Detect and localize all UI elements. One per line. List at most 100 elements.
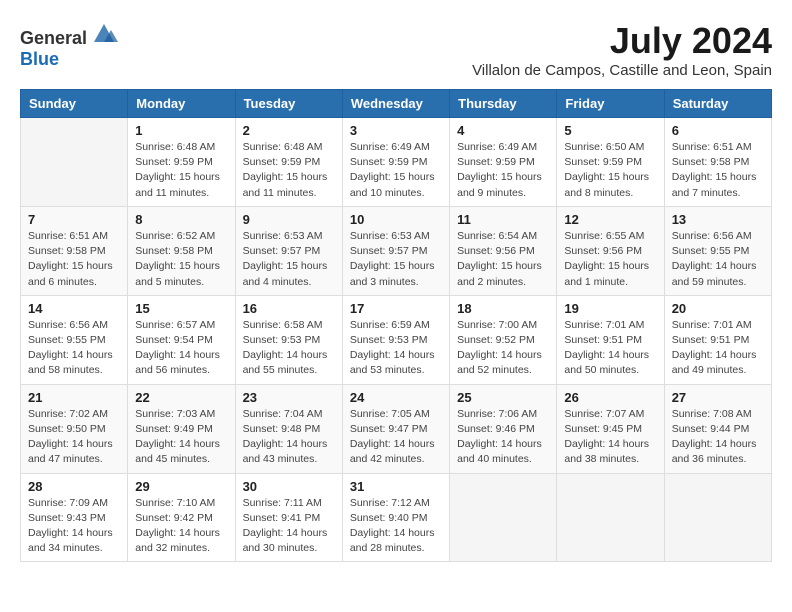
day-number: 23 — [243, 390, 335, 405]
location-title: Villalon de Campos, Castille and Leon, S… — [472, 62, 772, 79]
day-number: 18 — [457, 301, 549, 316]
day-cell: 5 Sunrise: 6:50 AMSunset: 9:59 PMDaylight… — [557, 118, 664, 207]
day-info: Sunrise: 7:11 AMSunset: 9:41 PMDaylight:… — [243, 496, 335, 557]
day-cell: 16Sunrise: 6:58 AMSunset: 9:53 PMDayligh… — [235, 295, 342, 384]
day-info: Sunrise: 6:59 AMSunset: 9:53 PMDaylight:… — [350, 318, 442, 379]
day-number: 3 — [350, 123, 442, 138]
day-info: Sunrise: 6:48 AMSunset: 9:59 PMDaylight:… — [243, 140, 335, 201]
weekday-header-tuesday: Tuesday — [235, 90, 342, 118]
day-cell — [450, 473, 557, 562]
day-number: 11 — [457, 212, 549, 227]
weekday-header-sunday: Sunday — [21, 90, 128, 118]
day-number: 16 — [243, 301, 335, 316]
day-info: Sunrise: 7:02 AMSunset: 9:50 PMDaylight:… — [28, 407, 120, 468]
day-number: 21 — [28, 390, 120, 405]
month-title: July 2024 — [472, 20, 772, 62]
logo: General Blue — [20, 20, 119, 70]
day-cell: 28 Sunrise: 7:09 AMSunset: 9:43 PMDayligh… — [21, 473, 128, 562]
day-cell — [664, 473, 771, 562]
day-info: Sunrise: 6:49 AMSunset: 9:59 PMDaylight:… — [457, 140, 549, 201]
week-row-4: 21 Sunrise: 7:02 AMSunset: 9:50 PMDayligh… — [21, 384, 772, 473]
day-number: 6 — [672, 123, 764, 138]
day-cell: 12 Sunrise: 6:55 AMSunset: 9:56 PMDayligh… — [557, 206, 664, 295]
day-info: Sunrise: 7:10 AMSunset: 9:42 PMDaylight:… — [135, 496, 227, 557]
day-cell: 31 Sunrise: 7:12 AMSunset: 9:40 PMDayligh… — [342, 473, 449, 562]
day-info: Sunrise: 7:09 AMSunset: 9:43 PMDaylight:… — [28, 496, 120, 557]
day-cell: 10 Sunrise: 6:53 AMSunset: 9:57 PMDayligh… — [342, 206, 449, 295]
day-cell: 11 Sunrise: 6:54 AMSunset: 9:56 PMDayligh… — [450, 206, 557, 295]
day-info: Sunrise: 7:06 AMSunset: 9:46 PMDaylight:… — [457, 407, 549, 468]
day-cell: 6Sunrise: 6:51 AMSunset: 9:58 PMDaylight… — [664, 118, 771, 207]
day-cell: 13Sunrise: 6:56 AMSunset: 9:55 PMDayligh… — [664, 206, 771, 295]
day-info: Sunrise: 7:12 AMSunset: 9:40 PMDaylight:… — [350, 496, 442, 557]
day-number: 14 — [28, 301, 120, 316]
day-number: 10 — [350, 212, 442, 227]
day-number: 4 — [457, 123, 549, 138]
day-info: Sunrise: 6:49 AMSunset: 9:59 PMDaylight:… — [350, 140, 442, 201]
day-info: Sunrise: 6:48 AMSunset: 9:59 PMDaylight:… — [135, 140, 227, 201]
day-info: Sunrise: 6:51 AMSunset: 9:58 PMDaylight:… — [28, 229, 120, 290]
day-cell: 20 Sunrise: 7:01 AMSunset: 9:51 PMDayligh… — [664, 295, 771, 384]
day-cell: 18 Sunrise: 7:00 AMSunset: 9:52 PMDayligh… — [450, 295, 557, 384]
day-cell: 3 Sunrise: 6:49 AMSunset: 9:59 PMDaylight… — [342, 118, 449, 207]
weekday-header-row: SundayMondayTuesdayWednesdayThursdayFrid… — [21, 90, 772, 118]
day-info: Sunrise: 6:56 AMSunset: 9:55 PMDaylight:… — [672, 229, 764, 290]
day-number: 29 — [135, 479, 227, 494]
day-number: 12 — [564, 212, 656, 227]
day-cell: 7 Sunrise: 6:51 AMSunset: 9:58 PMDaylight… — [21, 206, 128, 295]
day-cell: 22Sunrise: 7:03 AMSunset: 9:49 PMDayligh… — [128, 384, 235, 473]
week-row-5: 28 Sunrise: 7:09 AMSunset: 9:43 PMDayligh… — [21, 473, 772, 562]
day-number: 28 — [28, 479, 120, 494]
week-row-2: 7 Sunrise: 6:51 AMSunset: 9:58 PMDaylight… — [21, 206, 772, 295]
day-number: 19 — [564, 301, 656, 316]
day-number: 24 — [350, 390, 442, 405]
day-cell — [21, 118, 128, 207]
day-number: 31 — [350, 479, 442, 494]
day-number: 7 — [28, 212, 120, 227]
day-info: Sunrise: 7:04 AMSunset: 9:48 PMDaylight:… — [243, 407, 335, 468]
calendar-table: SundayMondayTuesdayWednesdayThursdayFrid… — [20, 89, 772, 562]
day-cell: 1 Sunrise: 6:48 AMSunset: 9:59 PMDaylight… — [128, 118, 235, 207]
day-cell: 14 Sunrise: 6:56 AMSunset: 9:55 PMDayligh… — [21, 295, 128, 384]
day-info: Sunrise: 7:03 AMSunset: 9:49 PMDaylight:… — [135, 407, 227, 468]
day-number: 9 — [243, 212, 335, 227]
day-info: Sunrise: 6:50 AMSunset: 9:59 PMDaylight:… — [564, 140, 656, 201]
day-number: 15 — [135, 301, 227, 316]
day-cell: 23 Sunrise: 7:04 AMSunset: 9:48 PMDayligh… — [235, 384, 342, 473]
day-info: Sunrise: 6:56 AMSunset: 9:55 PMDaylight:… — [28, 318, 120, 379]
day-info: Sunrise: 7:05 AMSunset: 9:47 PMDaylight:… — [350, 407, 442, 468]
day-number: 25 — [457, 390, 549, 405]
day-number: 20 — [672, 301, 764, 316]
weekday-header-monday: Monday — [128, 90, 235, 118]
day-info: Sunrise: 7:01 AMSunset: 9:51 PMDaylight:… — [672, 318, 764, 379]
weekday-header-thursday: Thursday — [450, 90, 557, 118]
day-number: 1 — [135, 123, 227, 138]
day-cell: 26 Sunrise: 7:07 AMSunset: 9:45 PMDayligh… — [557, 384, 664, 473]
logo-icon — [89, 20, 119, 44]
day-cell: 19 Sunrise: 7:01 AMSunset: 9:51 PMDayligh… — [557, 295, 664, 384]
day-number: 5 — [564, 123, 656, 138]
day-info: Sunrise: 7:00 AMSunset: 9:52 PMDaylight:… — [457, 318, 549, 379]
logo-blue: Blue — [20, 49, 59, 69]
day-number: 27 — [672, 390, 764, 405]
day-info: Sunrise: 6:52 AMSunset: 9:58 PMDaylight:… — [135, 229, 227, 290]
day-info: Sunrise: 6:57 AMSunset: 9:54 PMDaylight:… — [135, 318, 227, 379]
day-number: 17 — [350, 301, 442, 316]
day-info: Sunrise: 6:53 AMSunset: 9:57 PMDaylight:… — [243, 229, 335, 290]
day-cell: 9 Sunrise: 6:53 AMSunset: 9:57 PMDaylight… — [235, 206, 342, 295]
day-cell: 30Sunrise: 7:11 AMSunset: 9:41 PMDayligh… — [235, 473, 342, 562]
day-cell — [557, 473, 664, 562]
day-number: 26 — [564, 390, 656, 405]
day-info: Sunrise: 6:53 AMSunset: 9:57 PMDaylight:… — [350, 229, 442, 290]
day-info: Sunrise: 7:08 AMSunset: 9:44 PMDaylight:… — [672, 407, 764, 468]
day-info: Sunrise: 7:07 AMSunset: 9:45 PMDaylight:… — [564, 407, 656, 468]
day-cell: 15 Sunrise: 6:57 AMSunset: 9:54 PMDayligh… — [128, 295, 235, 384]
week-row-3: 14 Sunrise: 6:56 AMSunset: 9:55 PMDayligh… — [21, 295, 772, 384]
logo-general: General — [20, 28, 87, 48]
day-info: Sunrise: 6:55 AMSunset: 9:56 PMDaylight:… — [564, 229, 656, 290]
day-cell: 21 Sunrise: 7:02 AMSunset: 9:50 PMDayligh… — [21, 384, 128, 473]
day-info: Sunrise: 7:01 AMSunset: 9:51 PMDaylight:… — [564, 318, 656, 379]
day-number: 8 — [135, 212, 227, 227]
day-info: Sunrise: 6:54 AMSunset: 9:56 PMDaylight:… — [457, 229, 549, 290]
day-number: 2 — [243, 123, 335, 138]
